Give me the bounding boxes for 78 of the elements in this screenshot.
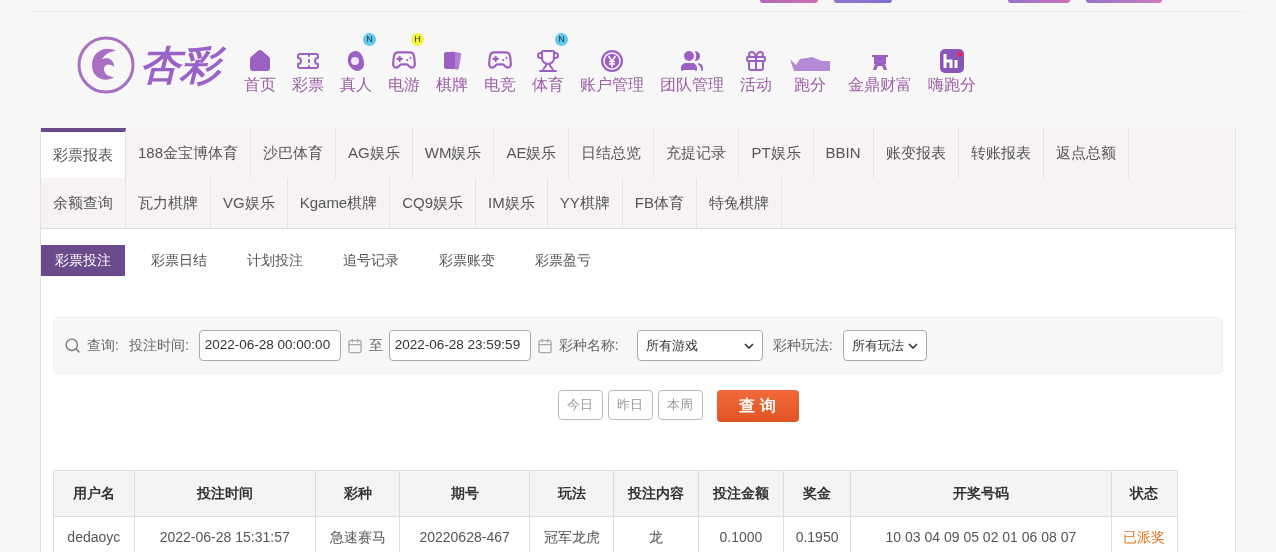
calendar-icon[interactable] xyxy=(346,337,363,354)
report-tab[interactable]: 转账报表 xyxy=(958,128,1044,178)
nav-item[interactable]: 金鼎财富 xyxy=(840,37,920,93)
nav-item[interactable]: 首页 xyxy=(236,37,284,93)
sub-tab[interactable]: 追号记录 xyxy=(329,245,413,276)
report-tab[interactable]: FB体育 xyxy=(622,178,697,228)
play-label: 彩种玩法: xyxy=(772,336,833,355)
gift-icon xyxy=(744,49,768,73)
column-header: 投注时间 xyxy=(134,470,316,517)
nav-item[interactable]: 团队管理 xyxy=(652,37,732,93)
column-header: 状态 xyxy=(1111,470,1178,517)
nav-item[interactable]: 账户管理 xyxy=(572,37,652,93)
column-header: 开奖号码 xyxy=(850,470,1111,517)
column-header: 奖金 xyxy=(783,470,851,517)
search-icon xyxy=(64,337,81,354)
chevron-down-icon xyxy=(907,342,918,349)
column-header: 期号 xyxy=(399,470,530,517)
top-button[interactable] xyxy=(760,0,818,3)
sub-tab[interactable]: 计划投注 xyxy=(233,245,317,276)
chevron-down-icon xyxy=(743,342,754,349)
nav-item[interactable]: 跑分 xyxy=(780,37,840,93)
report-tab[interactable]: CQ9娱乐 xyxy=(390,178,477,228)
query-label: 查询: xyxy=(87,336,119,355)
play-select[interactable]: 所有玩法 xyxy=(842,330,927,361)
column-header: 用户名 xyxy=(53,470,135,517)
report-tab[interactable]: YY棋牌 xyxy=(547,178,623,228)
report-tab[interactable]: BBIN xyxy=(813,128,874,178)
end-time-field[interactable]: 2022-06-28 23:59:59 xyxy=(388,330,531,361)
nav-item[interactable]: 电竞 xyxy=(476,37,524,93)
report-tab[interactable]: 日结总览 xyxy=(569,128,655,178)
nav-item[interactable]: 活动 xyxy=(732,37,780,93)
report-tab[interactable]: 账变报表 xyxy=(873,128,959,178)
game-label: 彩种名称: xyxy=(558,336,619,355)
sub-tab[interactable]: 彩票投注 xyxy=(41,245,125,276)
time-label: 投注时间: xyxy=(128,336,189,355)
table-cell: dedaoyc xyxy=(53,516,135,552)
nav-item[interactable]: 彩票 xyxy=(284,37,332,93)
report-tab[interactable]: 充提记录 xyxy=(654,128,740,178)
nav-item[interactable]: 嗨跑分 xyxy=(920,37,984,93)
start-time-field[interactable]: 2022-06-28 00:00:00 xyxy=(198,330,341,361)
nav-badge: H xyxy=(411,33,424,46)
report-tab[interactable]: 特兔棋牌 xyxy=(696,178,782,228)
top-button[interactable] xyxy=(1008,0,1070,3)
report-tab[interactable]: Kgame棋牌 xyxy=(287,178,391,228)
report-tab[interactable]: 返点总额 xyxy=(1043,128,1129,178)
trophy-icon xyxy=(536,49,560,73)
to-label: 至 xyxy=(368,336,383,355)
yen-coin-icon xyxy=(600,49,624,73)
report-tab[interactable]: 瓦力棋牌 xyxy=(126,178,211,228)
nav-item[interactable]: 棋牌 xyxy=(428,37,476,93)
column-header: 投注内容 xyxy=(613,470,699,517)
top-button[interactable] xyxy=(1086,0,1162,3)
column-header: 彩种 xyxy=(315,470,400,517)
game-select[interactable]: 所有游戏 xyxy=(636,330,763,361)
column-header: 投注金额 xyxy=(698,470,784,517)
sub-tab[interactable]: 彩票盈亏 xyxy=(521,245,605,276)
report-tab[interactable]: IM娱乐 xyxy=(476,178,548,228)
logo-emblem-icon xyxy=(76,35,136,95)
nav-badge: N xyxy=(555,33,568,46)
report-tab[interactable]: VG娱乐 xyxy=(211,178,288,228)
report-tab[interactable]: WM娱乐 xyxy=(412,128,495,178)
home-icon xyxy=(248,49,272,73)
hi-logo-icon xyxy=(939,49,965,73)
nav-badge: N xyxy=(363,33,376,46)
report-tab[interactable]: AG娱乐 xyxy=(336,128,413,178)
logo-text: 杏彩 xyxy=(140,39,226,91)
column-header: 玩法 xyxy=(529,470,614,517)
report-tab[interactable]: PT娱乐 xyxy=(739,128,814,178)
team-icon xyxy=(680,49,704,73)
report-tab[interactable]: 沙巴体育 xyxy=(251,128,337,178)
sub-tab[interactable]: 彩票账变 xyxy=(425,245,509,276)
report-tab[interactable]: 余额查询 xyxy=(41,178,126,228)
sub-tab[interactable]: 彩票日结 xyxy=(137,245,221,276)
report-tab[interactable]: 188金宝博体育 xyxy=(126,128,252,178)
top-button[interactable] xyxy=(834,0,892,3)
report-tab[interactable]: AE娱乐 xyxy=(494,128,570,178)
calendar-icon[interactable] xyxy=(536,337,553,354)
report-tab[interactable]: 彩票报表 xyxy=(41,128,126,178)
